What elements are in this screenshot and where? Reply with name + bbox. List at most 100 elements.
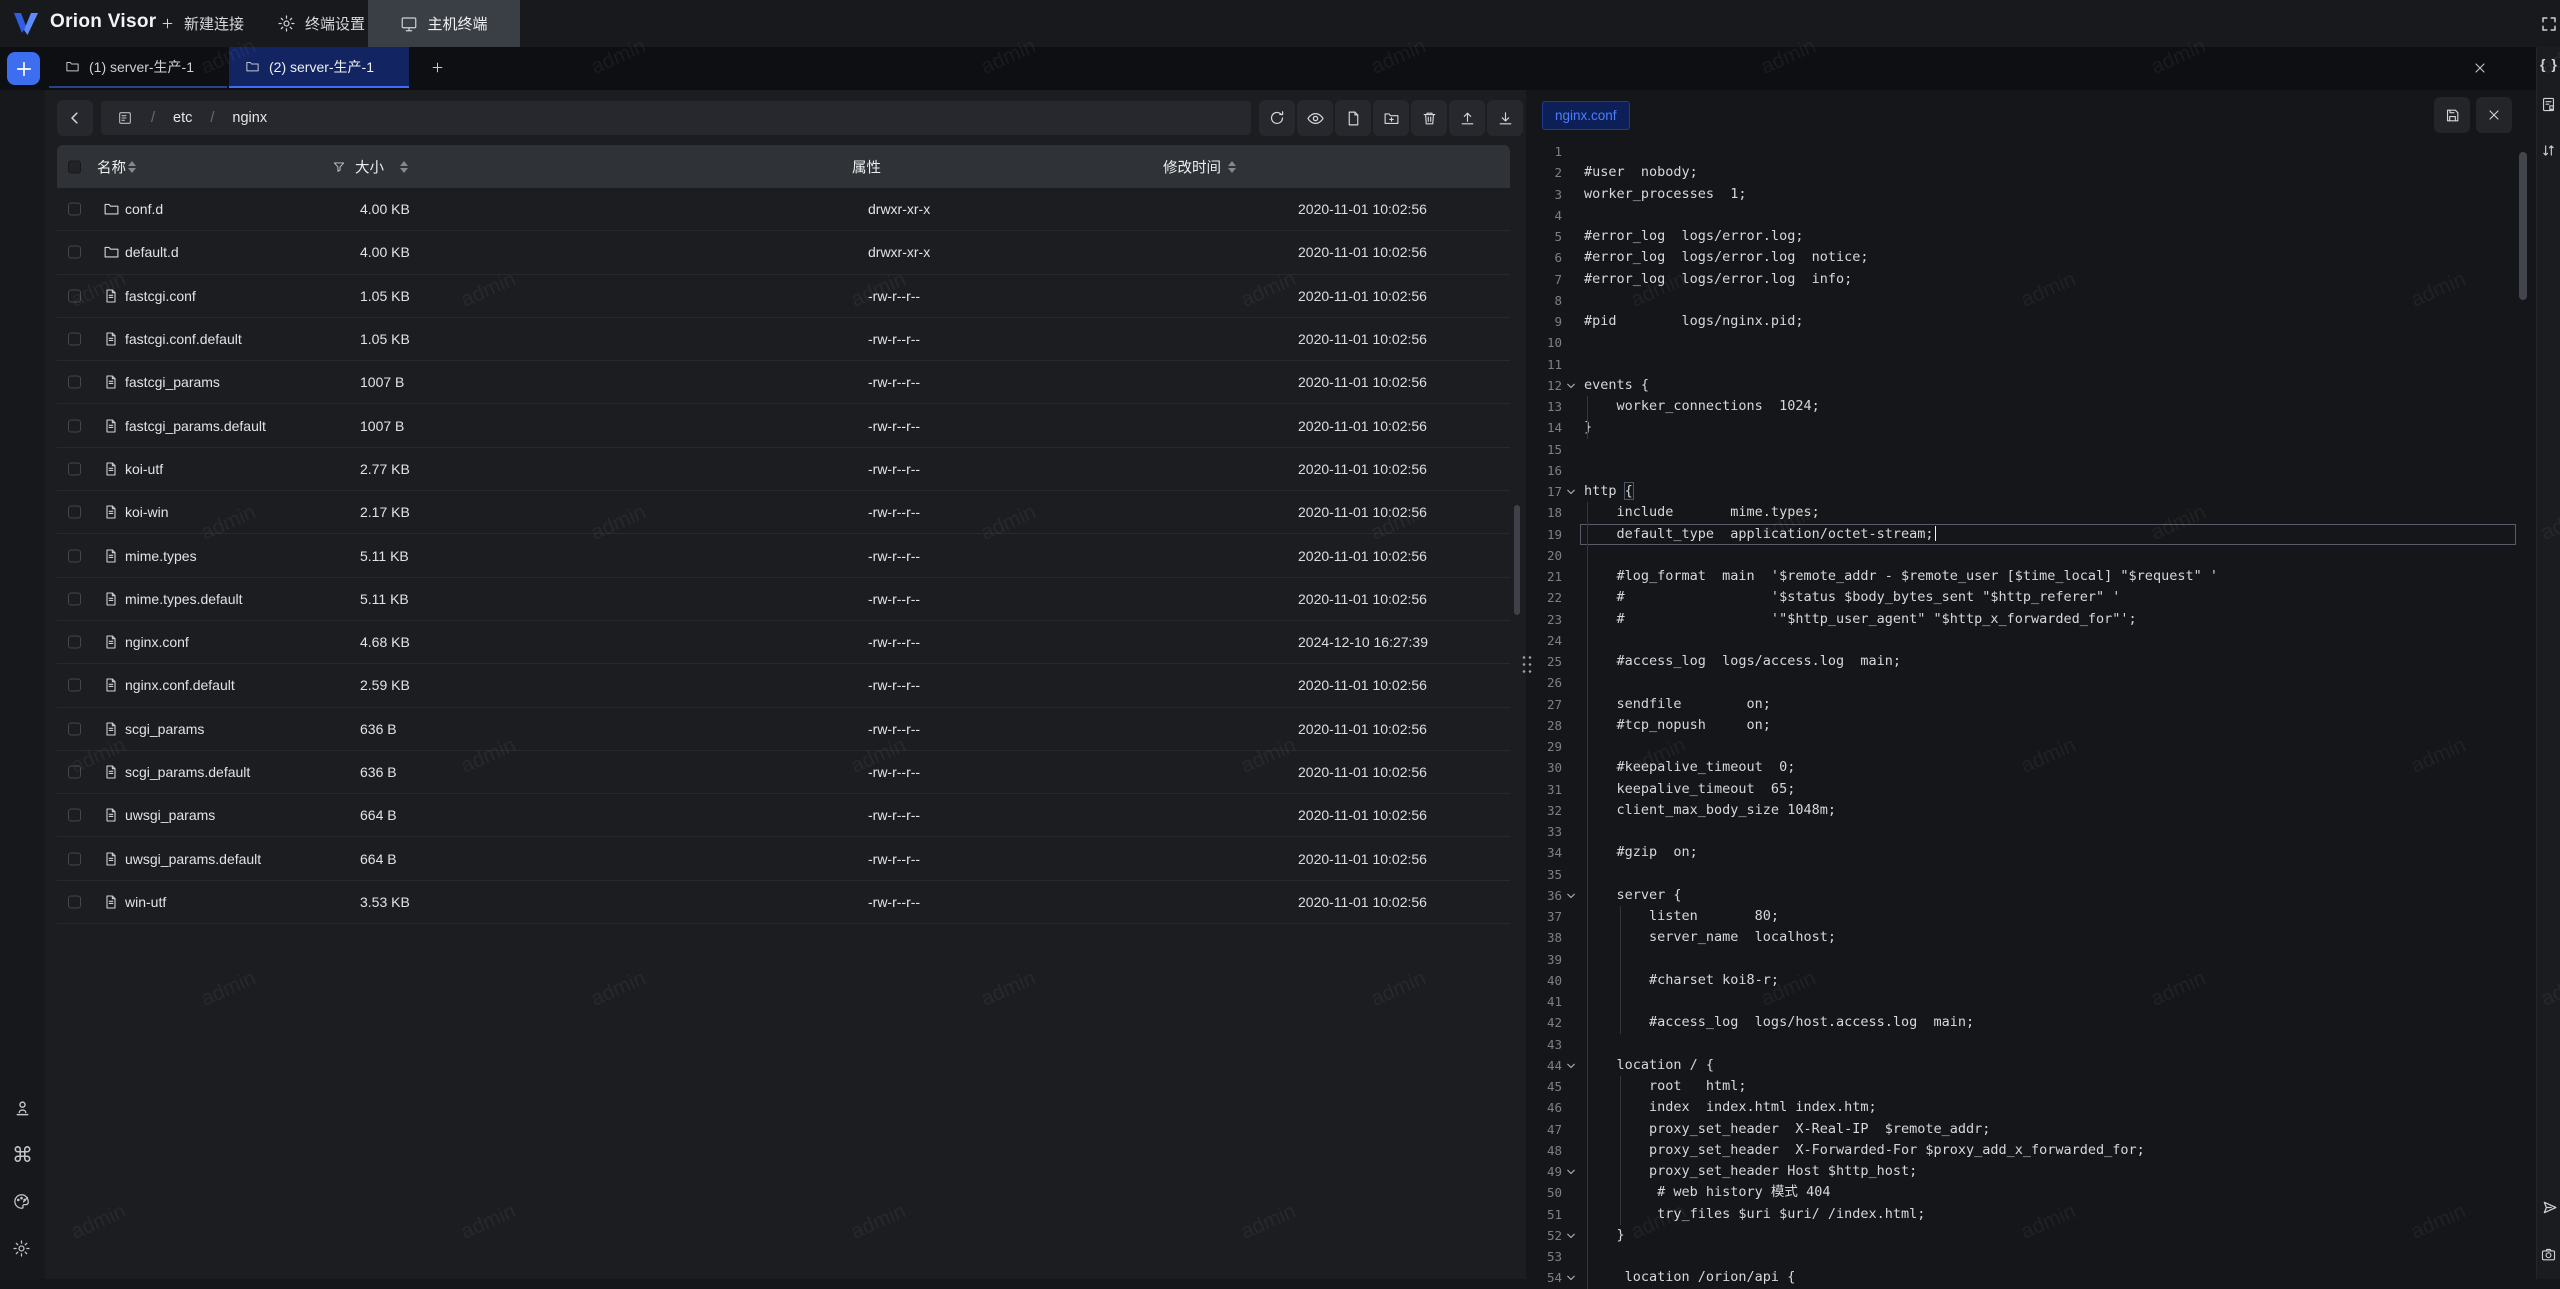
table-row[interactable]: scgi_params.default636 B-rw-r--r--2020-1… [57, 751, 1510, 794]
code-line[interactable]: 38 server_name localhost; [1536, 927, 2536, 948]
file-name[interactable]: mime.types.default [125, 591, 243, 607]
table-row[interactable]: uwsgi_params.default664 B-rw-r--r--2020-… [57, 837, 1510, 880]
fold-chevron-icon[interactable] [1565, 1060, 1577, 1072]
menu-new-connection[interactable]: 新建连接 [146, 0, 258, 47]
close-panel-button[interactable] [2462, 47, 2498, 88]
code-line[interactable]: 22 # '$status $body_bytes_sent "$http_re… [1536, 587, 2536, 608]
table-row[interactable]: mime.types.default5.11 KB-rw-r--r--2020-… [57, 578, 1510, 621]
file-name[interactable]: nginx.conf.default [125, 677, 235, 693]
code-line[interactable]: 54 location /orion/api { [1536, 1267, 2536, 1288]
column-size[interactable]: 大小 [355, 156, 384, 177]
tab-server-1[interactable]: (1) server-生产-1 [49, 47, 227, 88]
code-line[interactable]: 7#error_log logs/error.log info; [1536, 269, 2536, 290]
code-line[interactable]: 34 #gzip on; [1536, 842, 2536, 863]
code-line[interactable]: 47 proxy_set_header X-Real-IP $remote_ad… [1536, 1119, 2536, 1140]
json-braces-button[interactable]: { } [2540, 55, 2558, 73]
table-row[interactable]: koi-win2.17 KB-rw-r--r--2020-11-01 10:02… [57, 491, 1510, 534]
row-checkbox[interactable] [68, 203, 81, 216]
code-line[interactable]: 14} [1536, 417, 2536, 438]
menu-terminal-settings[interactable]: 终端设置 [263, 0, 379, 47]
editor-close-button[interactable] [2476, 97, 2512, 133]
delete-button[interactable] [1411, 100, 1447, 136]
breadcrumb[interactable]: / etc / nginx [101, 101, 1251, 135]
code-line[interactable]: 53 [1536, 1246, 2536, 1267]
editor-file-badge[interactable]: nginx.conf [1542, 101, 1630, 130]
code-line[interactable]: 6#error_log logs/error.log notice; [1536, 247, 2536, 268]
row-checkbox[interactable] [68, 679, 81, 692]
code-line[interactable]: 40 #charset koi8-r; [1536, 970, 2536, 991]
row-checkbox[interactable] [68, 376, 81, 389]
code-line[interactable]: 43 [1536, 1034, 2536, 1055]
tab-server-2-active[interactable]: (2) server-生产-1 [229, 47, 409, 88]
file-name[interactable]: uwsgi_params [125, 807, 215, 823]
row-checkbox[interactable] [68, 419, 81, 432]
row-checkbox[interactable] [68, 592, 81, 605]
table-row[interactable]: nginx.conf.default2.59 KB-rw-r--r--2020-… [57, 664, 1510, 707]
file-name[interactable]: koi-utf [125, 461, 163, 477]
sort-order-button[interactable] [2540, 142, 2558, 160]
code-line[interactable]: 50 # web history 模式 404 [1536, 1182, 2536, 1203]
code-line[interactable]: 12events { [1536, 375, 2536, 396]
row-checkbox[interactable] [68, 246, 81, 259]
table-row[interactable]: fastcgi_params.default1007 B-rw-r--r--20… [57, 404, 1510, 447]
row-checkbox[interactable] [68, 766, 81, 779]
code-line[interactable]: 9#pid logs/nginx.pid; [1536, 311, 2536, 332]
sort-size-control[interactable] [400, 160, 408, 174]
new-folder-button[interactable] [1373, 100, 1409, 136]
code-line[interactable]: 15 [1536, 439, 2536, 460]
file-name[interactable]: fastcgi_params.default [125, 418, 266, 434]
code-line[interactable]: 32 client_max_body_size 1048m; [1536, 800, 2536, 821]
settings-button[interactable] [12, 1239, 34, 1261]
row-checkbox[interactable] [68, 895, 81, 908]
code-line[interactable]: 52 } [1536, 1225, 2536, 1246]
fold-chevron-icon[interactable] [1565, 380, 1577, 392]
code-line[interactable]: 24 [1536, 630, 2536, 651]
filter-icon[interactable] [332, 160, 346, 174]
code-line[interactable]: 27 sendfile on; [1536, 694, 2536, 715]
table-row[interactable]: fastcgi_params1007 B-rw-r--r--2020-11-01… [57, 361, 1510, 404]
back-button[interactable] [57, 100, 93, 136]
select-all-checkbox[interactable] [68, 160, 81, 173]
download-button[interactable] [1487, 100, 1523, 136]
code-line[interactable]: 8 [1536, 290, 2536, 311]
file-name[interactable]: default.d [125, 244, 179, 260]
file-bookmark-button[interactable] [2540, 96, 2558, 114]
table-row[interactable]: nginx.conf4.68 KB-rw-r--r--2024-12-10 16… [57, 621, 1510, 664]
code-line[interactable]: 45 root html; [1536, 1076, 2536, 1097]
fold-chevron-icon[interactable] [1565, 890, 1577, 902]
row-checkbox[interactable] [68, 462, 81, 475]
code-line[interactable]: 42 #access_log logs/host.access.log main… [1536, 1012, 2536, 1033]
code-line[interactable]: 51 try_files $uri $uri/ /index.html; [1536, 1204, 2536, 1225]
new-file-button[interactable] [1335, 100, 1371, 136]
table-row[interactable]: win-utf3.53 KB-rw-r--r--2020-11-01 10:02… [57, 881, 1510, 924]
sort-name-control[interactable] [128, 160, 136, 174]
file-name[interactable]: fastcgi.conf.default [125, 331, 242, 347]
code-line[interactable]: 19 default_type application/octet-stream… [1536, 524, 2536, 545]
code-line[interactable]: 3worker_processes 1; [1536, 184, 2536, 205]
table-row[interactable]: scgi_params636 B-rw-r--r--2020-11-01 10:… [57, 708, 1510, 751]
file-name[interactable]: conf.d [125, 201, 163, 217]
file-name[interactable]: win-utf [125, 894, 166, 910]
table-row[interactable]: fastcgi.conf.default1.05 KB-rw-r--r--202… [57, 318, 1510, 361]
code-line[interactable]: 17http { [1536, 481, 2536, 502]
code-line[interactable]: 1 [1536, 141, 2536, 162]
code-line[interactable]: 21 #log_format main '$remote_addr - $rem… [1536, 566, 2536, 587]
code-line[interactable]: 26 [1536, 672, 2536, 693]
fold-chevron-icon[interactable] [1565, 1230, 1577, 1242]
new-session-button[interactable] [7, 52, 40, 85]
editor-content[interactable]: 12#user nobody;3worker_processes 1;45#er… [1536, 90, 2536, 1279]
row-checkbox[interactable] [68, 506, 81, 519]
fullscreen-button[interactable] [2540, 15, 2558, 33]
code-line[interactable]: 46 index index.html index.htm; [1536, 1097, 2536, 1118]
row-checkbox[interactable] [68, 289, 81, 302]
code-line[interactable]: 11 [1536, 354, 2536, 375]
code-line[interactable]: 13 worker_connections 1024; [1536, 396, 2536, 417]
code-line[interactable]: 18 include mime.types; [1536, 502, 2536, 523]
code-line[interactable]: 36 server { [1536, 885, 2536, 906]
add-tab-button[interactable] [419, 47, 455, 88]
file-name[interactable]: nginx.conf [125, 634, 189, 650]
code-line[interactable]: 37 listen 80; [1536, 906, 2536, 927]
screenshot-button[interactable] [2540, 1246, 2558, 1264]
table-row[interactable]: fastcgi.conf1.05 KB-rw-r--r--2020-11-01 … [57, 275, 1510, 318]
code-line[interactable]: 49 proxy_set_header Host $http_host; [1536, 1161, 2536, 1182]
